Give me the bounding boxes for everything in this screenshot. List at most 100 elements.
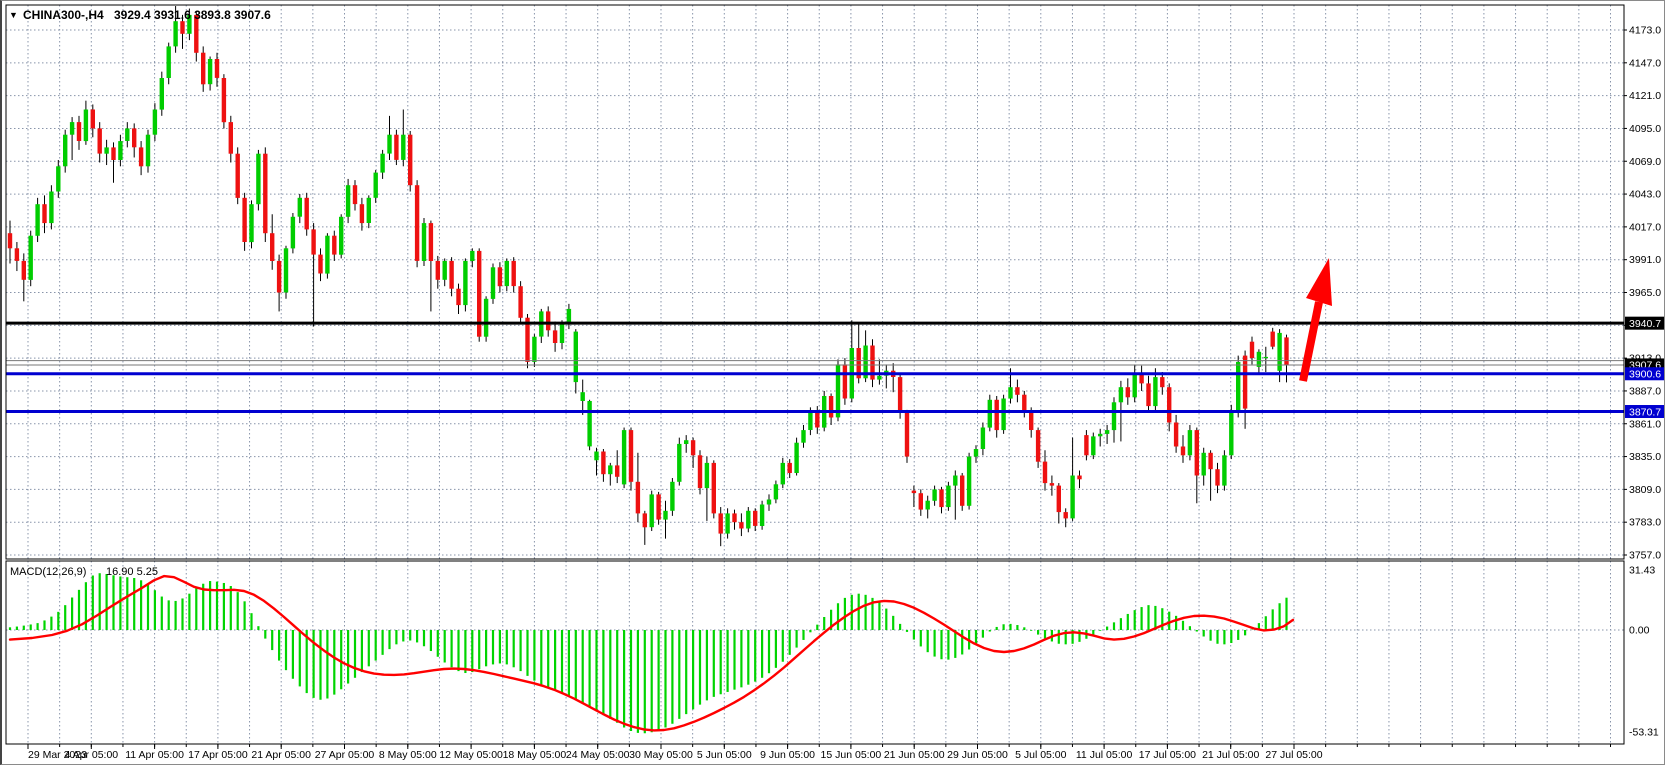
candle-up: [29, 236, 33, 280]
date-tick-label: 21 Jul 05:00: [1202, 749, 1259, 761]
price-badge-label: 3900.6: [1629, 369, 1661, 381]
candle-up: [1133, 373, 1137, 397]
candle-down: [1146, 383, 1150, 406]
candle-down: [656, 494, 660, 519]
candle-down: [512, 261, 516, 286]
candle-down: [311, 229, 315, 254]
candle-up: [1105, 430, 1109, 434]
candle-up: [1001, 399, 1005, 431]
date-tick-label: 12 May 05:00: [439, 749, 503, 761]
candle-down: [305, 198, 309, 230]
candle-down: [829, 396, 833, 418]
candle-down: [436, 261, 440, 280]
candle-up: [1098, 434, 1102, 437]
candle-down: [77, 122, 81, 141]
arrow-head: [1306, 258, 1332, 306]
date-tick-label: 27 Apr 05:00: [315, 749, 375, 761]
date-tick-label: 9 Jun 05:00: [760, 749, 815, 761]
candle-down: [15, 248, 19, 261]
date-tick-label: 8 May 05:00: [379, 749, 437, 761]
candle-up: [981, 428, 985, 450]
candle-down: [739, 522, 743, 528]
candle-up: [877, 376, 881, 380]
candle-up: [1222, 455, 1226, 485]
candle-up: [1153, 377, 1157, 406]
date-tick-label: 18 May 05:00: [503, 749, 567, 761]
candle-down: [263, 154, 267, 234]
chart-canvas[interactable]: 4173.04147.04121.04095.04069.04043.04017…: [2, 1, 1665, 765]
candle-up: [663, 511, 667, 520]
date-tick-label: 30 May 05:00: [629, 749, 693, 761]
candle-up: [594, 452, 598, 461]
candle-down: [1160, 377, 1164, 387]
candle-down: [353, 185, 357, 204]
candle-down: [698, 455, 702, 488]
candle-up: [1112, 402, 1116, 430]
candle-up: [298, 198, 302, 217]
candle-up: [167, 46, 171, 78]
date-tick-label: 11 Apr 05:00: [125, 749, 184, 761]
candle-down: [995, 400, 999, 430]
candle-down: [1057, 486, 1061, 512]
candle-down: [215, 59, 219, 78]
candle-up: [808, 411, 812, 430]
candle-up: [774, 484, 778, 499]
candle-down: [222, 78, 226, 122]
candle-down: [1208, 453, 1212, 469]
candle-up: [422, 223, 426, 261]
candle-down: [919, 493, 923, 509]
candle-up: [622, 430, 626, 484]
candle-up: [70, 122, 74, 135]
candle-up: [443, 261, 447, 280]
date-tick-label: 24 May 05:00: [566, 749, 630, 761]
time-axis[interactable]: 29 Mar 20234 Apr 05:0011 Apr 05:0017 Apr…: [28, 744, 1611, 761]
candle-up: [256, 154, 260, 205]
candle-up: [173, 21, 177, 46]
date-tick-label: 27 Jul 05:00: [1265, 749, 1322, 761]
candle-down: [201, 53, 205, 85]
candle-up: [160, 78, 164, 110]
price-tick-label: 4069.0: [1629, 156, 1661, 168]
candle-up: [946, 486, 950, 508]
candle-up: [463, 261, 467, 305]
candle-down: [518, 286, 522, 318]
price-badges: 3940.73907.63900.63870.7: [1625, 317, 1665, 419]
candle-down: [91, 110, 95, 129]
candlestick-series: [8, 6, 1289, 546]
candle-down: [449, 261, 453, 289]
candle-up: [387, 135, 391, 154]
candle-up: [346, 185, 350, 217]
candle-up: [801, 430, 805, 443]
price-tick-label: 3965.0: [1629, 287, 1661, 299]
candle-down: [1015, 387, 1019, 395]
candle-up: [104, 147, 108, 153]
candle-up: [932, 489, 936, 500]
symbol-dropdown-icon[interactable]: ▼: [9, 10, 18, 20]
date-tick-label: 17 Apr 05:00: [188, 749, 248, 761]
candle-up: [684, 440, 688, 444]
price-badge-label: 3870.7: [1629, 406, 1661, 418]
up-arrow-annotation[interactable]: [1303, 258, 1332, 381]
price-tick-label: 3991.0: [1629, 254, 1661, 266]
candle-up: [1091, 436, 1095, 455]
candle-up: [767, 500, 771, 505]
candle-up: [1229, 412, 1233, 455]
price-axis[interactable]: 4173.04147.04121.04095.04069.04043.04017…: [1624, 25, 1661, 562]
candle-up: [146, 135, 150, 167]
candle-up: [988, 400, 992, 428]
candle-down: [236, 154, 240, 198]
candle-up: [670, 482, 674, 511]
candle-down: [270, 233, 274, 261]
candle-down: [629, 430, 633, 482]
candle-up: [532, 337, 536, 362]
candle-up: [505, 261, 509, 286]
candle-up: [1202, 453, 1206, 476]
horizontal-lines[interactable]: [6, 323, 1624, 411]
candle-down: [429, 223, 433, 261]
candle-down: [546, 311, 550, 330]
candle-down: [111, 147, 115, 160]
chart-window: 4173.04147.04121.04095.04069.04043.04017…: [0, 0, 1665, 765]
macd-values: 16.90 5.25: [106, 566, 158, 578]
candle-down: [1022, 395, 1026, 411]
macd-axis[interactable]: 31.430.00-53.31: [1629, 564, 1659, 738]
